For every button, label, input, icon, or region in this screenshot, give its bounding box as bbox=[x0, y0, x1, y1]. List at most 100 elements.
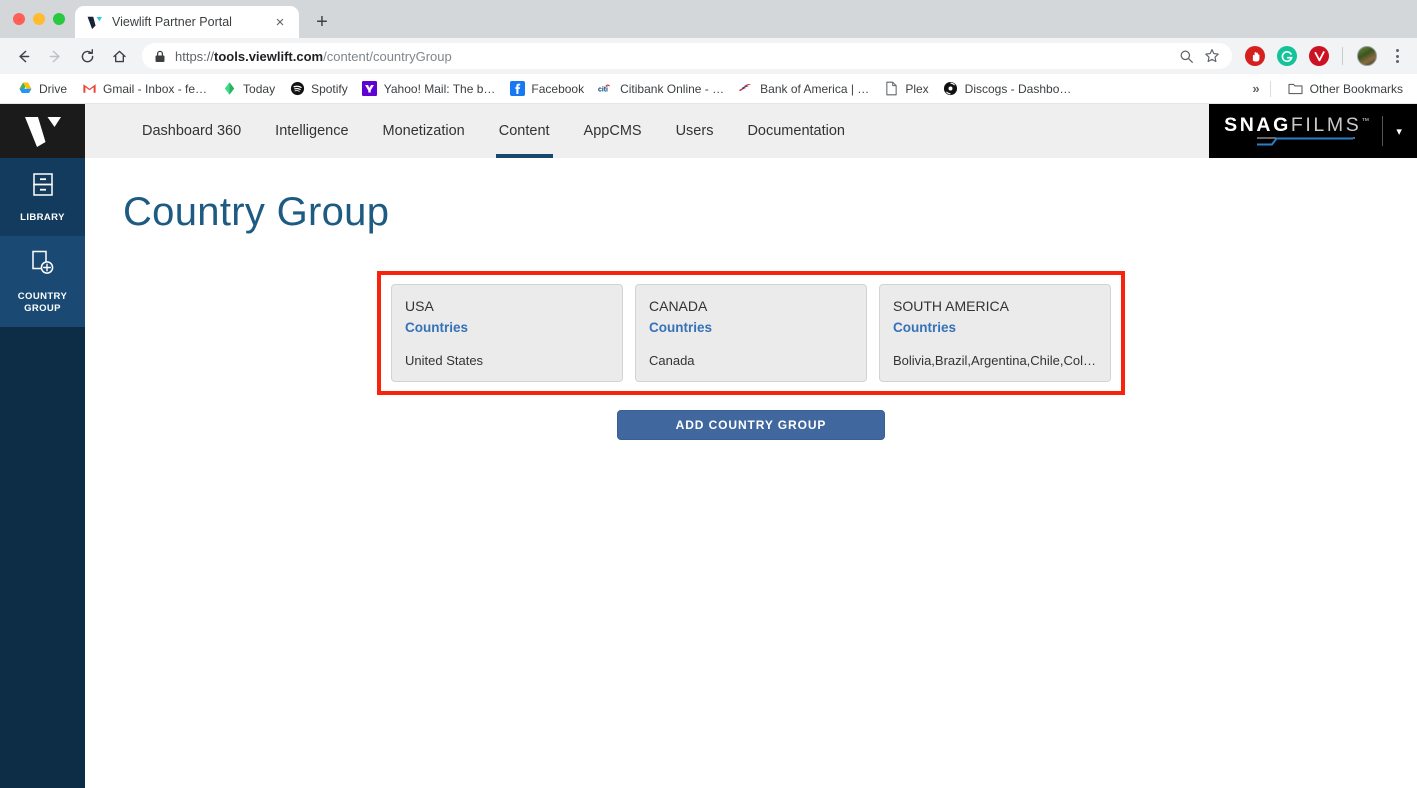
snagfilms-logo: SNAGFILMS™ bbox=[1224, 116, 1369, 146]
folder-icon bbox=[1288, 81, 1304, 97]
new-tab-button[interactable]: + bbox=[308, 8, 336, 36]
bookmarks-divider bbox=[1269, 80, 1271, 97]
other-bookmarks-label: Other Bookmarks bbox=[1309, 81, 1403, 96]
nav-item-monetization[interactable]: Monetization bbox=[366, 104, 482, 158]
browser-tab[interactable]: Viewlift Partner Portal × bbox=[75, 6, 299, 38]
bookmark-label: Today bbox=[243, 81, 276, 96]
nav-items: Dashboard 360 Intelligence Monetization … bbox=[85, 104, 862, 158]
address-bar[interactable]: https://tools.viewlift.com/content/count… bbox=[142, 43, 1232, 69]
nav-item-intelligence[interactable]: Intelligence bbox=[258, 104, 365, 158]
search-icon[interactable] bbox=[1174, 44, 1198, 68]
country-group-countries-value: United States bbox=[405, 352, 484, 368]
checkmark-extension-icon[interactable] bbox=[1309, 46, 1329, 66]
brand-swoosh-icon bbox=[1257, 137, 1356, 146]
bookmarks-overflow-button[interactable]: » bbox=[1252, 81, 1259, 96]
chevron-down-icon[interactable]: ▾ bbox=[1396, 125, 1402, 138]
tab-strip: Viewlift Partner Portal × + bbox=[0, 0, 1417, 38]
sidebar-item-label: LIBRARY bbox=[20, 212, 65, 223]
sidebar-item-library[interactable]: LIBRARY bbox=[0, 158, 85, 236]
adblock-extension-icon[interactable] bbox=[1245, 46, 1265, 66]
country-group-countries-value: Canada bbox=[649, 352, 695, 368]
citi-icon: citi bbox=[598, 81, 614, 97]
country-group-name: CANADA bbox=[649, 298, 708, 314]
close-window-button[interactable] bbox=[13, 13, 25, 25]
bookmark-yahoo[interactable]: Yahoo! Mail: The b… bbox=[355, 78, 503, 100]
drive-icon bbox=[17, 81, 33, 97]
url-text: https://tools.viewlift.com/content/count… bbox=[175, 49, 452, 64]
cards-section: USA Countries United States CANADA Count… bbox=[85, 271, 1417, 395]
close-icon[interactable]: × bbox=[271, 13, 289, 31]
forward-button bbox=[40, 41, 70, 71]
other-bookmarks-folder[interactable]: Other Bookmarks bbox=[1281, 78, 1403, 100]
browser-window: Viewlift Partner Portal × + https://tool… bbox=[0, 0, 1417, 788]
window-controls bbox=[10, 0, 75, 38]
country-group-countries-label: Countries bbox=[405, 320, 469, 336]
bookmark-plex[interactable]: Plex bbox=[876, 78, 935, 100]
country-group-countries-label: Countries bbox=[893, 320, 957, 336]
application-body: LIBRARY COUNTRY GROUP Dashboard 360 Inte… bbox=[0, 104, 1417, 788]
url-domain: tools.viewlift.com bbox=[214, 48, 324, 64]
omnibox-actions bbox=[1174, 44, 1226, 68]
bookmark-facebook[interactable]: Facebook bbox=[502, 78, 591, 100]
country-group-countries-label: Countries bbox=[649, 320, 713, 336]
sidebar-item-country-group[interactable]: COUNTRY GROUP bbox=[0, 235, 85, 327]
bookmark-bank-of-america[interactable]: Bank of America | … bbox=[731, 78, 876, 100]
minimize-window-button[interactable] bbox=[33, 13, 45, 25]
library-cabinet-icon bbox=[31, 172, 55, 203]
snagfilms-wordmark: SNAGFILMS™ bbox=[1224, 116, 1369, 136]
bookmark-label: Plex bbox=[905, 81, 929, 96]
sidebar-item-label: COUNTRY GROUP bbox=[17, 290, 68, 314]
bookmark-citibank[interactable]: citi Citibank Online - … bbox=[591, 78, 731, 100]
bookmark-spotify[interactable]: Spotify bbox=[282, 78, 355, 100]
cards-highlight-outline: USA Countries United States CANADA Count… bbox=[377, 271, 1125, 395]
home-button[interactable] bbox=[104, 41, 134, 71]
lock-icon bbox=[154, 50, 166, 63]
main-navbar: Dashboard 360 Intelligence Monetization … bbox=[85, 104, 1417, 158]
country-group-card[interactable]: SOUTH AMERICA Countries Bolivia,Brazil,A… bbox=[879, 284, 1111, 382]
add-country-group-button[interactable]: ADD COUNTRY GROUP bbox=[617, 409, 885, 440]
spotify-icon bbox=[289, 81, 305, 97]
viewlift-logo[interactable] bbox=[0, 104, 85, 158]
grammarly-extension-icon[interactable] bbox=[1277, 46, 1297, 66]
reload-button[interactable] bbox=[72, 41, 102, 71]
bookmark-gmail[interactable]: Gmail - Inbox - fe… bbox=[74, 78, 214, 100]
nav-item-users[interactable]: Users bbox=[659, 104, 731, 158]
content-column: Dashboard 360 Intelligence Monetization … bbox=[85, 104, 1417, 788]
bookmark-label: Drive bbox=[39, 81, 68, 96]
url-path: /content/countryGroup bbox=[323, 48, 452, 64]
bookmark-discogs[interactable]: Discogs - Dashbo… bbox=[936, 78, 1079, 100]
brand-films: FILMS bbox=[1290, 114, 1362, 137]
bookmark-label: Gmail - Inbox - fe… bbox=[103, 81, 208, 96]
add-button-area: ADD COUNTRY GROUP bbox=[85, 409, 1417, 440]
country-group-countries-value: Bolivia,Brazil,Argentina,Chile,Colo… bbox=[893, 352, 1097, 368]
bookmarks-bar: Drive Gmail - Inbox - fe… Today Spotify bbox=[0, 74, 1417, 104]
tab-title: Viewlift Partner Portal bbox=[112, 15, 232, 29]
facebook-icon bbox=[509, 81, 525, 97]
star-icon[interactable] bbox=[1200, 44, 1224, 68]
trademark-symbol: ™ bbox=[1361, 116, 1370, 126]
maximize-window-button[interactable] bbox=[53, 13, 65, 25]
page-content: Country Group USA Countries United State… bbox=[85, 158, 1417, 788]
bookmark-label: Spotify bbox=[311, 81, 348, 96]
snagfilms-brand: SNAGFILMS™ ▾ bbox=[1209, 104, 1417, 158]
bookmark-drive[interactable]: Drive bbox=[10, 78, 74, 100]
back-button[interactable] bbox=[8, 41, 38, 71]
nav-item-documentation[interactable]: Documentation bbox=[730, 104, 862, 158]
browser-menu-icon[interactable] bbox=[1385, 44, 1409, 68]
brand-snag: SNAG bbox=[1224, 114, 1291, 137]
country-group-card[interactable]: CANADA Countries Canada bbox=[635, 284, 867, 382]
today-icon bbox=[221, 81, 237, 97]
bookmark-label: Bank of America | … bbox=[760, 81, 870, 96]
profile-avatar[interactable] bbox=[1357, 46, 1377, 66]
url-scheme: https:// bbox=[175, 48, 215, 64]
nav-item-content[interactable]: Content bbox=[482, 104, 567, 158]
country-group-card[interactable]: USA Countries United States bbox=[391, 284, 623, 382]
country-group-name: SOUTH AMERICA bbox=[893, 298, 1009, 314]
browser-toolbar: https://tools.viewlift.com/content/count… bbox=[0, 38, 1417, 74]
country-group-name: USA bbox=[405, 298, 434, 314]
viewlift-v-logo bbox=[24, 117, 61, 147]
discogs-icon bbox=[943, 81, 959, 97]
nav-item-appcms[interactable]: AppCMS bbox=[567, 104, 659, 158]
nav-item-dashboard-360[interactable]: Dashboard 360 bbox=[125, 104, 258, 158]
bookmark-today[interactable]: Today bbox=[214, 78, 282, 100]
